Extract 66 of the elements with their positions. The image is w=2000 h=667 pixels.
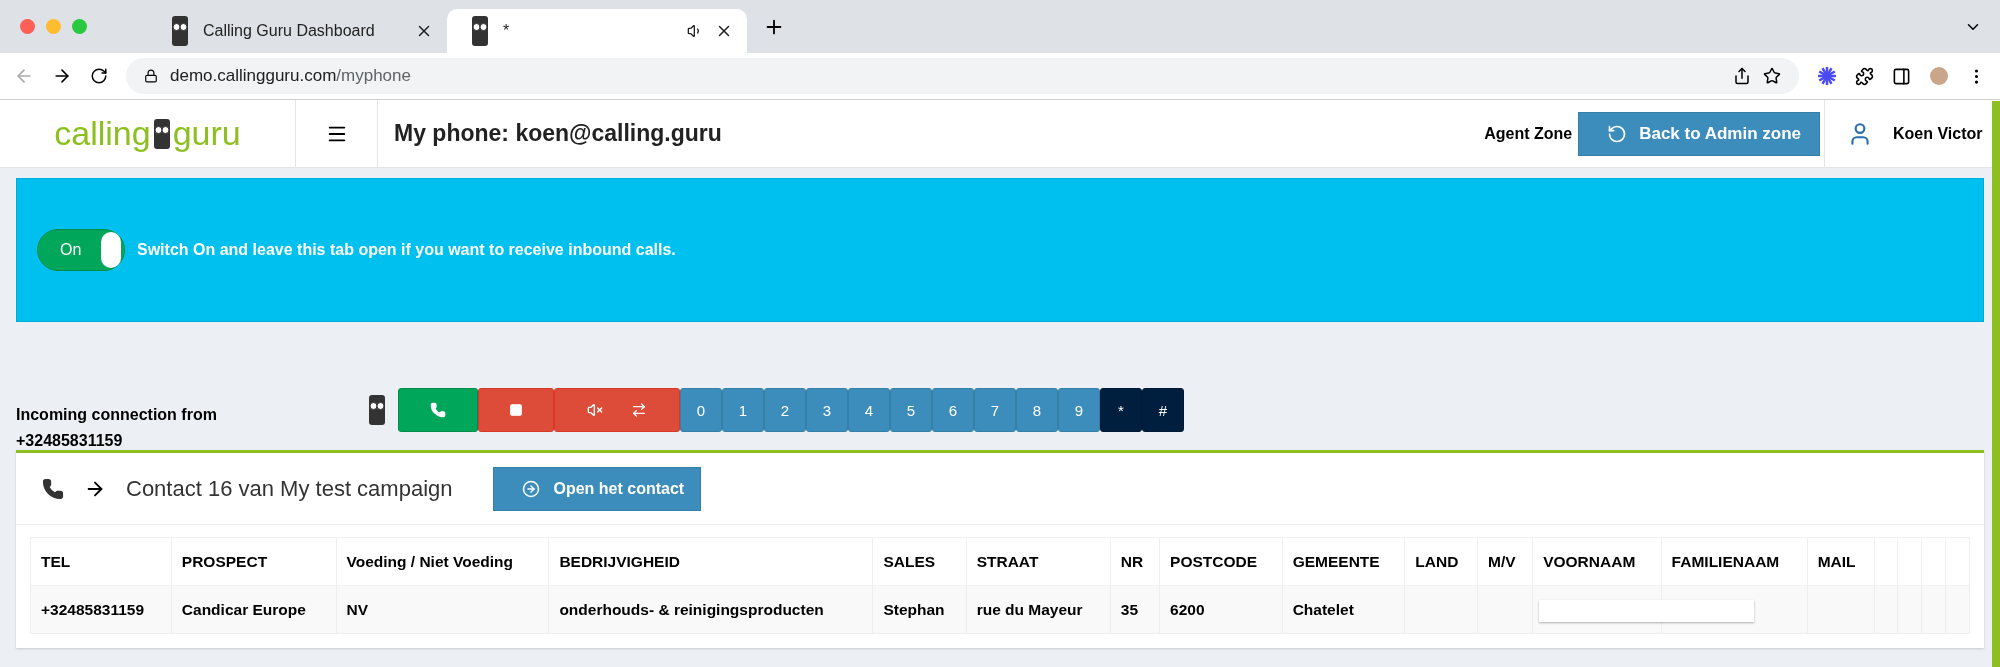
- table-cell: rue du Mayeur: [966, 585, 1111, 634]
- table-cell: Chatelet: [1282, 585, 1405, 634]
- column-header: Voeding / Niet Voeding: [336, 537, 549, 586]
- table-cell: +32485831159: [30, 585, 172, 634]
- answer-button[interactable]: [398, 388, 478, 432]
- table-cell: Stephan: [872, 585, 967, 634]
- share-icon[interactable]: [1733, 67, 1751, 85]
- contact-title: Contact 16 van My test campaign: [126, 475, 453, 502]
- column-header: M/V: [1477, 537, 1533, 586]
- column-header: SALES: [872, 537, 967, 586]
- column-header: VOORNAAM: [1532, 537, 1662, 586]
- table-cell: 35: [1110, 585, 1160, 634]
- asterisk-icon[interactable]: [1817, 66, 1837, 86]
- keypad-key[interactable]: 6: [932, 388, 974, 432]
- puzzle-icon[interactable]: [1855, 66, 1874, 86]
- open-contact-button[interactable]: Open het contact: [492, 466, 702, 511]
- banner-text: Switch On and leave this tab open if you want to receive inbound calls.: [137, 241, 676, 259]
- column-header: POSTCODE: [1159, 537, 1283, 586]
- phone-mascot-icon: [366, 393, 388, 427]
- table-cell: Candicar Europe: [171, 585, 336, 634]
- browser-tab[interactable]: *: [447, 9, 747, 53]
- column-header: GEMEENTE: [1282, 537, 1405, 586]
- zone-label: Agent Zone: [1484, 124, 1573, 143]
- keypad-key[interactable]: 8: [1016, 388, 1058, 432]
- table-cell: onderhouds- & reinigingsproducten: [548, 585, 873, 634]
- reload-icon[interactable]: [90, 67, 108, 85]
- stop-button[interactable]: [478, 388, 554, 432]
- lock-icon: [144, 69, 158, 83]
- keypad-key[interactable]: 9: [1058, 388, 1100, 432]
- incoming-text: Incoming connection from +32485831159: [16, 405, 218, 451]
- keypad-key[interactable]: *: [1100, 388, 1142, 432]
- user-name[interactable]: Koen Victor: [1893, 124, 1983, 143]
- phone-mascot-icon: [469, 14, 491, 48]
- keypad-key[interactable]: 2: [764, 388, 806, 432]
- undo-icon: [1607, 123, 1628, 144]
- star-icon[interactable]: [1763, 67, 1781, 85]
- table-cell: 6200: [1159, 585, 1283, 634]
- keypad-key[interactable]: 1: [722, 388, 764, 432]
- column-header: LAND: [1404, 537, 1478, 586]
- column-header: MAIL: [1807, 537, 1875, 586]
- phone-icon: [42, 477, 64, 500]
- column-header: PROSPECT: [171, 537, 336, 586]
- keypad-key[interactable]: 5: [890, 388, 932, 432]
- toggle-switch[interactable]: On: [37, 229, 125, 271]
- arrow-circle-icon: [521, 479, 540, 498]
- stop-icon: [509, 403, 523, 417]
- keypad-key[interactable]: #: [1142, 388, 1184, 432]
- page-title: My phone: koen@calling.guru: [393, 120, 723, 147]
- column-header: TEL: [30, 537, 172, 586]
- phone-mascot-icon: [169, 14, 191, 48]
- keypad-key[interactable]: 0: [680, 388, 722, 432]
- column-header: NR: [1110, 537, 1160, 586]
- back-to-admin-button[interactable]: Back to Admin zone: [1578, 111, 1820, 156]
- address-bar[interactable]: demo.callingguru.com/myphone: [126, 58, 1799, 94]
- keypad-key[interactable]: 4: [848, 388, 890, 432]
- column-header: FAMILIENAAM: [1661, 537, 1808, 586]
- mute-icon: [587, 402, 603, 418]
- column-header: STRAAT: [966, 537, 1111, 586]
- keypad-key[interactable]: 7: [974, 388, 1016, 432]
- transfer-icon: [631, 402, 647, 418]
- column-header: BEDRIJVIGHEID: [548, 537, 873, 586]
- keypad-key[interactable]: 3: [806, 388, 848, 432]
- side-panel-icon[interactable]: [1892, 66, 1911, 86]
- browser-tab[interactable]: Calling Guru Dashboard: [147, 9, 447, 53]
- table-cell: NV: [336, 585, 549, 634]
- phone-icon: [430, 402, 446, 418]
